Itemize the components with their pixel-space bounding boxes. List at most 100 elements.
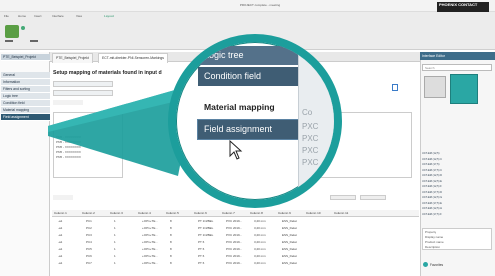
table-cell: +OP1+TE... (142, 247, 158, 251)
favorites-label[interactable]: Favorites (430, 263, 443, 267)
table-cell: ESS_Delat (282, 219, 297, 223)
grid-column-header[interactable]: Column 4 (138, 210, 151, 217)
option-row[interactable] (53, 81, 113, 87)
grid-column-header[interactable]: Column 2 (82, 210, 95, 217)
table-cell: -a1 (58, 226, 63, 230)
table-cell: 8 (170, 240, 172, 244)
table-cell: 3,20 mm (254, 219, 266, 223)
list-item[interactable]: PM5 - XXXXXXXX (56, 155, 81, 159)
star-icon[interactable] (423, 262, 428, 267)
open-project-icon[interactable] (5, 25, 19, 38)
search-field[interactable] (53, 195, 73, 200)
lens-item-condition-field[interactable]: Condition field (198, 67, 300, 86)
panel-list-item[interactable]: UCT-EM (12,5) (422, 152, 492, 156)
sidebar-item-information[interactable]: Information (1, 79, 50, 86)
panel-list-item[interactable]: UCT-EM (12,5) E (422, 180, 492, 184)
table-cell: +OP1+TE... (142, 261, 158, 265)
panel-list-item[interactable]: UCT-EM (12,5) F (422, 185, 492, 189)
table-cell: PT 6 (198, 247, 205, 251)
panel-search-input[interactable]: Search (422, 64, 492, 71)
ribbon-tab-layout[interactable]: Layout (104, 14, 114, 18)
table-cell: 3,20 mm (254, 226, 266, 230)
sidebar-project[interactable]: PTE_Beispiel_Projekt (1, 54, 50, 61)
ribbon-tab-interface[interactable]: Interface (52, 14, 64, 18)
grid-header: Column 1 Column 2 Column 3 Column 4 Colu… (52, 210, 419, 217)
table-cell: PXC 2019... (226, 254, 243, 258)
table-cell: 1 (114, 254, 116, 258)
table-cell: PXC 2019... (226, 219, 243, 223)
panel-list-item[interactable]: UCT-EM (17,5) C (422, 169, 492, 173)
lens-side-text: PXC (302, 134, 319, 143)
table-cell: +OP1+TE... (142, 254, 158, 258)
lens-item-field-assignment[interactable]: Field assignment (197, 119, 301, 140)
grid-column-header[interactable]: Column 9 (278, 210, 291, 217)
list-item[interactable]: PM5 - XXXXXXXX (56, 140, 81, 144)
panel-list-item[interactable]: UCT-EM (17,5) E (422, 202, 492, 206)
ribbon-tab-insert[interactable]: Insert (34, 14, 42, 18)
grid-column-header[interactable]: Column 5 (166, 210, 179, 217)
table-cell: PT 6 (198, 261, 205, 265)
panel-list-item[interactable]: UCT-EM (12,5) C (422, 158, 492, 162)
ribbon-tab-home[interactable]: Home (18, 14, 26, 18)
table-cell: PC4 (86, 240, 92, 244)
table-row[interactable]: -a1 PC5 1 +OP1+TE... 8 PT 6 PXC 2019... 3,20 mm… (52, 247, 419, 252)
list-item[interactable]: PM5 - XXXXXXXX (56, 150, 81, 154)
table-row[interactable]: -a1 PC7 1 +OP1+TE... 8 PT 6 PXC 2019... 3,20 mm… (52, 261, 419, 266)
table-cell: PXC 2019... (226, 233, 243, 237)
panel-list-item[interactable]: UCT-EM (12,5) H (422, 207, 492, 211)
product-thumbnail[interactable] (424, 76, 446, 98)
panel-list-item[interactable]: UCT-EM (17,5) F (422, 213, 492, 217)
table-cell: PC7 (86, 261, 92, 265)
format-icon[interactable] (21, 26, 25, 30)
table-cell: 8 (170, 226, 172, 230)
prop-label: Property (425, 230, 437, 234)
grid-column-header[interactable]: Column 1 (54, 210, 67, 217)
doc-tab-project[interactable]: PTE_Beispiel_Projekt (52, 53, 93, 63)
sidebar-item-field-assignment[interactable]: Field assignment (1, 114, 50, 121)
mapping-list[interactable]: PM5 - XXXXXXXX PM5 - XXXXXXXX PM5 - XXXX… (53, 112, 123, 178)
ribbon-tab-file[interactable]: File (4, 14, 9, 18)
sidebar-item-logic-tree[interactable]: Logic tree (1, 93, 50, 100)
table-cell: -a1 (58, 261, 63, 265)
grid-column-header[interactable]: Column 11 (334, 210, 348, 217)
lens-item-material-mapping[interactable]: Material mapping (198, 98, 300, 117)
sidebar-item-general[interactable]: General (1, 72, 50, 79)
option-row[interactable] (53, 90, 113, 96)
grid-column-header[interactable]: Column 7 (222, 210, 235, 217)
ribbon-group-divider (5, 40, 13, 42)
grid-column-header[interactable]: Column 10 (306, 210, 321, 217)
table-cell: PT 1/4/BEL (198, 219, 214, 223)
table-cell: PT 1/4/BEL (198, 233, 214, 237)
table-cell: PC6 (86, 254, 92, 258)
ribbon-tab-view[interactable]: View (76, 14, 82, 18)
product-thumbnail-selected[interactable] (450, 74, 478, 104)
ribbon-group-divider (30, 40, 38, 42)
table-row[interactable]: -a1 PC6 1 +OP1+TE... 8 PT 6 PXC 2019... 3,20 mm… (52, 254, 419, 259)
panel-list-item[interactable]: UCT-EM (12,5) D (422, 174, 492, 178)
action-button[interactable] (360, 195, 386, 200)
list-item[interactable]: PM5 - XXXXXXXX (56, 135, 81, 139)
list-item[interactable]: PM5 - XXXXXXXX (56, 145, 81, 149)
panel-list-item[interactable]: UCT-EM (12,5) G (422, 196, 492, 200)
grid-column-header[interactable]: Column 3 (110, 210, 123, 217)
table-row[interactable]: -a1 PC2 1 +OP1+TE... 8 PT 1/4/BEL PXC 2019... 3… (52, 226, 419, 231)
bookmark-icon[interactable] (392, 84, 398, 91)
sidebar-item-condition-field[interactable]: Condition field (1, 100, 50, 107)
table-row[interactable]: -a1 PC3 1 +OP1+TE... 8 PT 1/4/BEL PXC 2019... 3… (52, 233, 419, 238)
table-cell: +OP1+TE... (142, 226, 158, 230)
table-cell: 8 (170, 254, 172, 258)
grid-column-header[interactable]: Column 8 (250, 210, 263, 217)
table-cell: 3,20 mm (254, 261, 266, 265)
lens-item-logic-tree[interactable]: Logic tree (198, 46, 300, 65)
panel-list-item[interactable]: UCT-EM (17,5) (422, 163, 492, 167)
grid-column-header[interactable]: Column 6 (194, 210, 207, 217)
doc-tab-markings[interactable]: ECT-mit-direkter-PNI-Sensoren-Markings (98, 53, 168, 63)
sidebar-item-material-mapping[interactable]: Material mapping (1, 107, 50, 114)
sidebar-item-filters[interactable]: Filters and sorting (1, 86, 50, 93)
phoenix-contact-logo: PHOENIX CONTACT (437, 2, 489, 12)
table-cell: PC1 (86, 219, 92, 223)
table-row[interactable]: -a1 PC1 1 +OP1+TE... 8 PT 1/4/BEL PXC 2019... 3… (52, 219, 419, 224)
table-row[interactable]: -a1 PC4 1 +OP1+TE... 8 PT 6 PXC 2019... 3,20 mm… (52, 240, 419, 245)
panel-list-item[interactable]: UCT-EM (17,5) D (422, 191, 492, 195)
prop-label: Display name (425, 235, 444, 239)
